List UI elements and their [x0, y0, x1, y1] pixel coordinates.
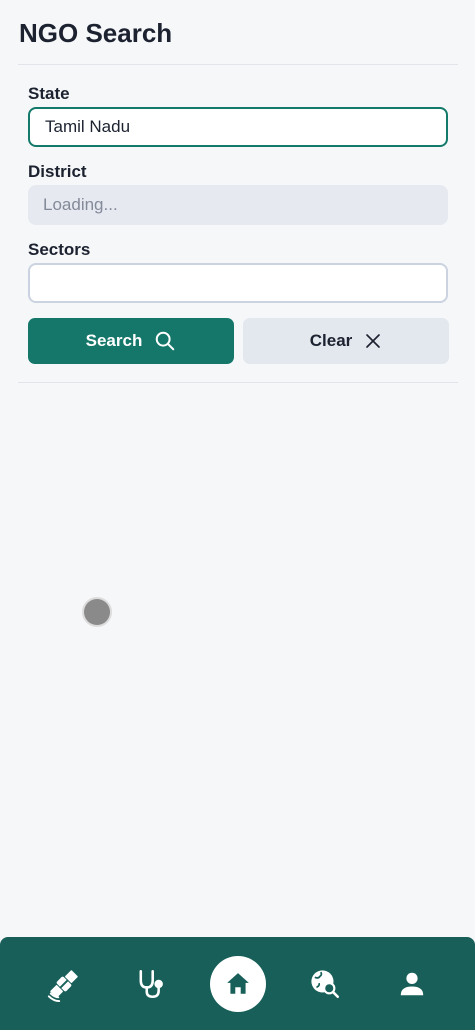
clear-button-label: Clear — [309, 331, 353, 350]
loading-indicator — [84, 599, 110, 625]
district-field-placeholder: Loading... — [43, 195, 118, 214]
nav-item-satellite[interactable] — [36, 956, 92, 1012]
nav-item-explore[interactable] — [297, 956, 353, 1012]
form-divider — [18, 382, 458, 383]
search-button[interactable]: Search — [28, 318, 234, 364]
satellite-icon — [47, 969, 78, 1002]
search-button-label: Search — [85, 331, 143, 350]
bottom-nav — [0, 937, 475, 1030]
page-title: NGO Search — [19, 18, 173, 48]
clear-button[interactable]: Clear — [243, 318, 449, 364]
state-field[interactable]: Tamil Nadu — [28, 107, 448, 147]
district-field[interactable]: Loading... — [28, 185, 448, 225]
user-icon — [400, 972, 423, 995]
nav-item-profile[interactable] — [384, 956, 440, 1012]
nav-item-health[interactable] — [123, 956, 179, 1012]
close-icon — [366, 334, 381, 348]
state-field-value: Tamil Nadu — [45, 117, 131, 136]
stethoscope-icon — [139, 969, 163, 998]
sectors-field[interactable] — [28, 263, 448, 303]
home-icon — [226, 972, 249, 994]
header-divider — [18, 64, 458, 65]
search-icon — [156, 331, 175, 351]
sectors-label: Sectors — [28, 240, 91, 259]
nav-item-home[interactable] — [209, 955, 266, 1012]
globe-search-icon — [310, 969, 339, 998]
district-label: District — [28, 162, 87, 181]
state-label: State — [28, 84, 70, 103]
